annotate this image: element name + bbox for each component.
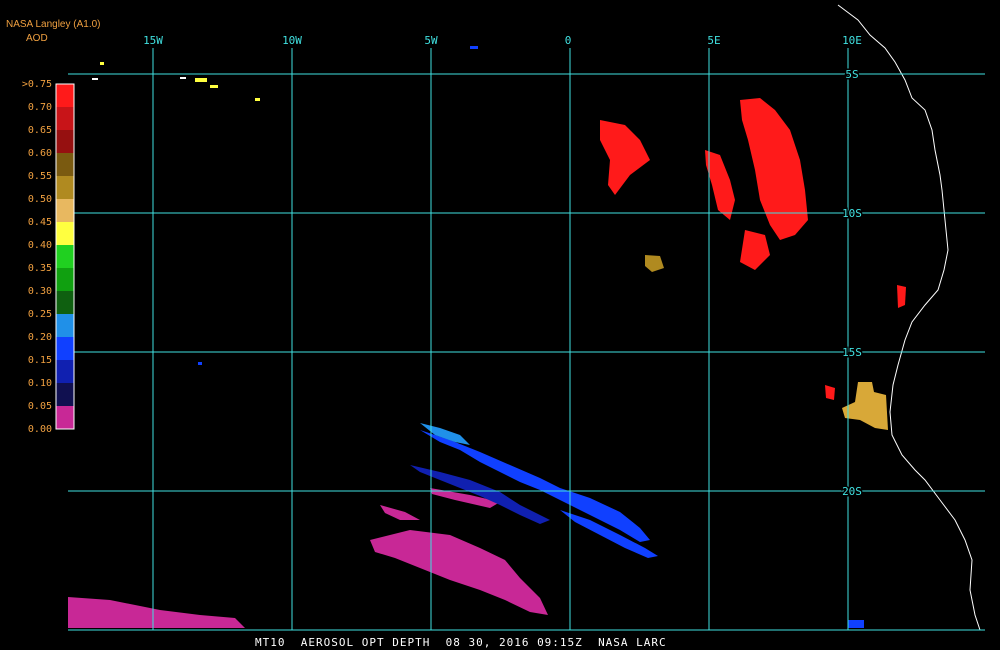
legend-swatch — [56, 314, 74, 337]
header-title: NASA Langley (A1.0) — [6, 19, 101, 30]
lat-label: 20S — [842, 485, 862, 498]
legend-swatch — [56, 222, 74, 245]
legend-swatch — [56, 199, 74, 222]
legend-label: 0.10 — [27, 378, 52, 389]
legend-label: 0.20 — [27, 332, 52, 343]
lon-label: 10W — [282, 34, 302, 47]
legend-swatch — [56, 291, 74, 314]
footer-caption: MT10 AEROSOL OPT DEPTH 08 30, 2016 09:15… — [255, 636, 667, 649]
aod-map: 15W 10W 5W 0 5E 10E 5S 10S 15S 20S — [0, 0, 1000, 650]
legend-swatch — [56, 383, 74, 406]
lat-label: 10S — [842, 207, 862, 220]
legend-swatch — [56, 107, 74, 130]
footer-date: 08 30, 2016 09:15Z — [445, 636, 583, 649]
lat-label: 15S — [842, 346, 862, 359]
legend-label: 0.55 — [27, 171, 52, 182]
legend-label: 0.30 — [27, 286, 52, 297]
footer-source: NASA LARC — [598, 636, 667, 649]
legend-label: 0.70 — [27, 102, 52, 113]
legend-swatch — [56, 337, 74, 360]
lon-label: 5E — [707, 34, 720, 47]
legend-label: 0.35 — [27, 263, 52, 274]
legend-label: 0.25 — [27, 309, 52, 320]
legend-color-bar — [55, 83, 75, 430]
legend-label: >0.75 — [21, 79, 52, 90]
legend-swatch — [56, 84, 74, 107]
footer-product: MT10 — [255, 636, 286, 649]
legend-label: 0.50 — [27, 194, 52, 205]
legend-label: 0.05 — [27, 401, 52, 412]
lon-label: 5W — [424, 34, 438, 47]
lon-label: 0 — [565, 34, 572, 47]
legend-swatch — [56, 406, 74, 429]
legend-swatch — [56, 268, 74, 291]
legend-label: 0.60 — [27, 148, 52, 159]
legend-swatch — [56, 153, 74, 176]
legend-label: 0.40 — [27, 240, 52, 251]
header-units: AOD — [26, 33, 48, 44]
legend-swatch — [56, 130, 74, 153]
lon-label: 15W — [143, 34, 163, 47]
legend-label: 0.45 — [27, 217, 52, 228]
legend-swatch — [56, 245, 74, 268]
legend-swatch — [56, 360, 74, 383]
legend-label: 0.15 — [27, 355, 52, 366]
legend-swatch — [56, 176, 74, 199]
lat-label: 5S — [845, 68, 858, 81]
legend-label: 0.00 — [27, 424, 52, 435]
lon-label: 10E — [842, 34, 862, 47]
legend-label: 0.65 — [27, 125, 52, 136]
footer-title: AEROSOL OPT DEPTH — [300, 636, 431, 649]
